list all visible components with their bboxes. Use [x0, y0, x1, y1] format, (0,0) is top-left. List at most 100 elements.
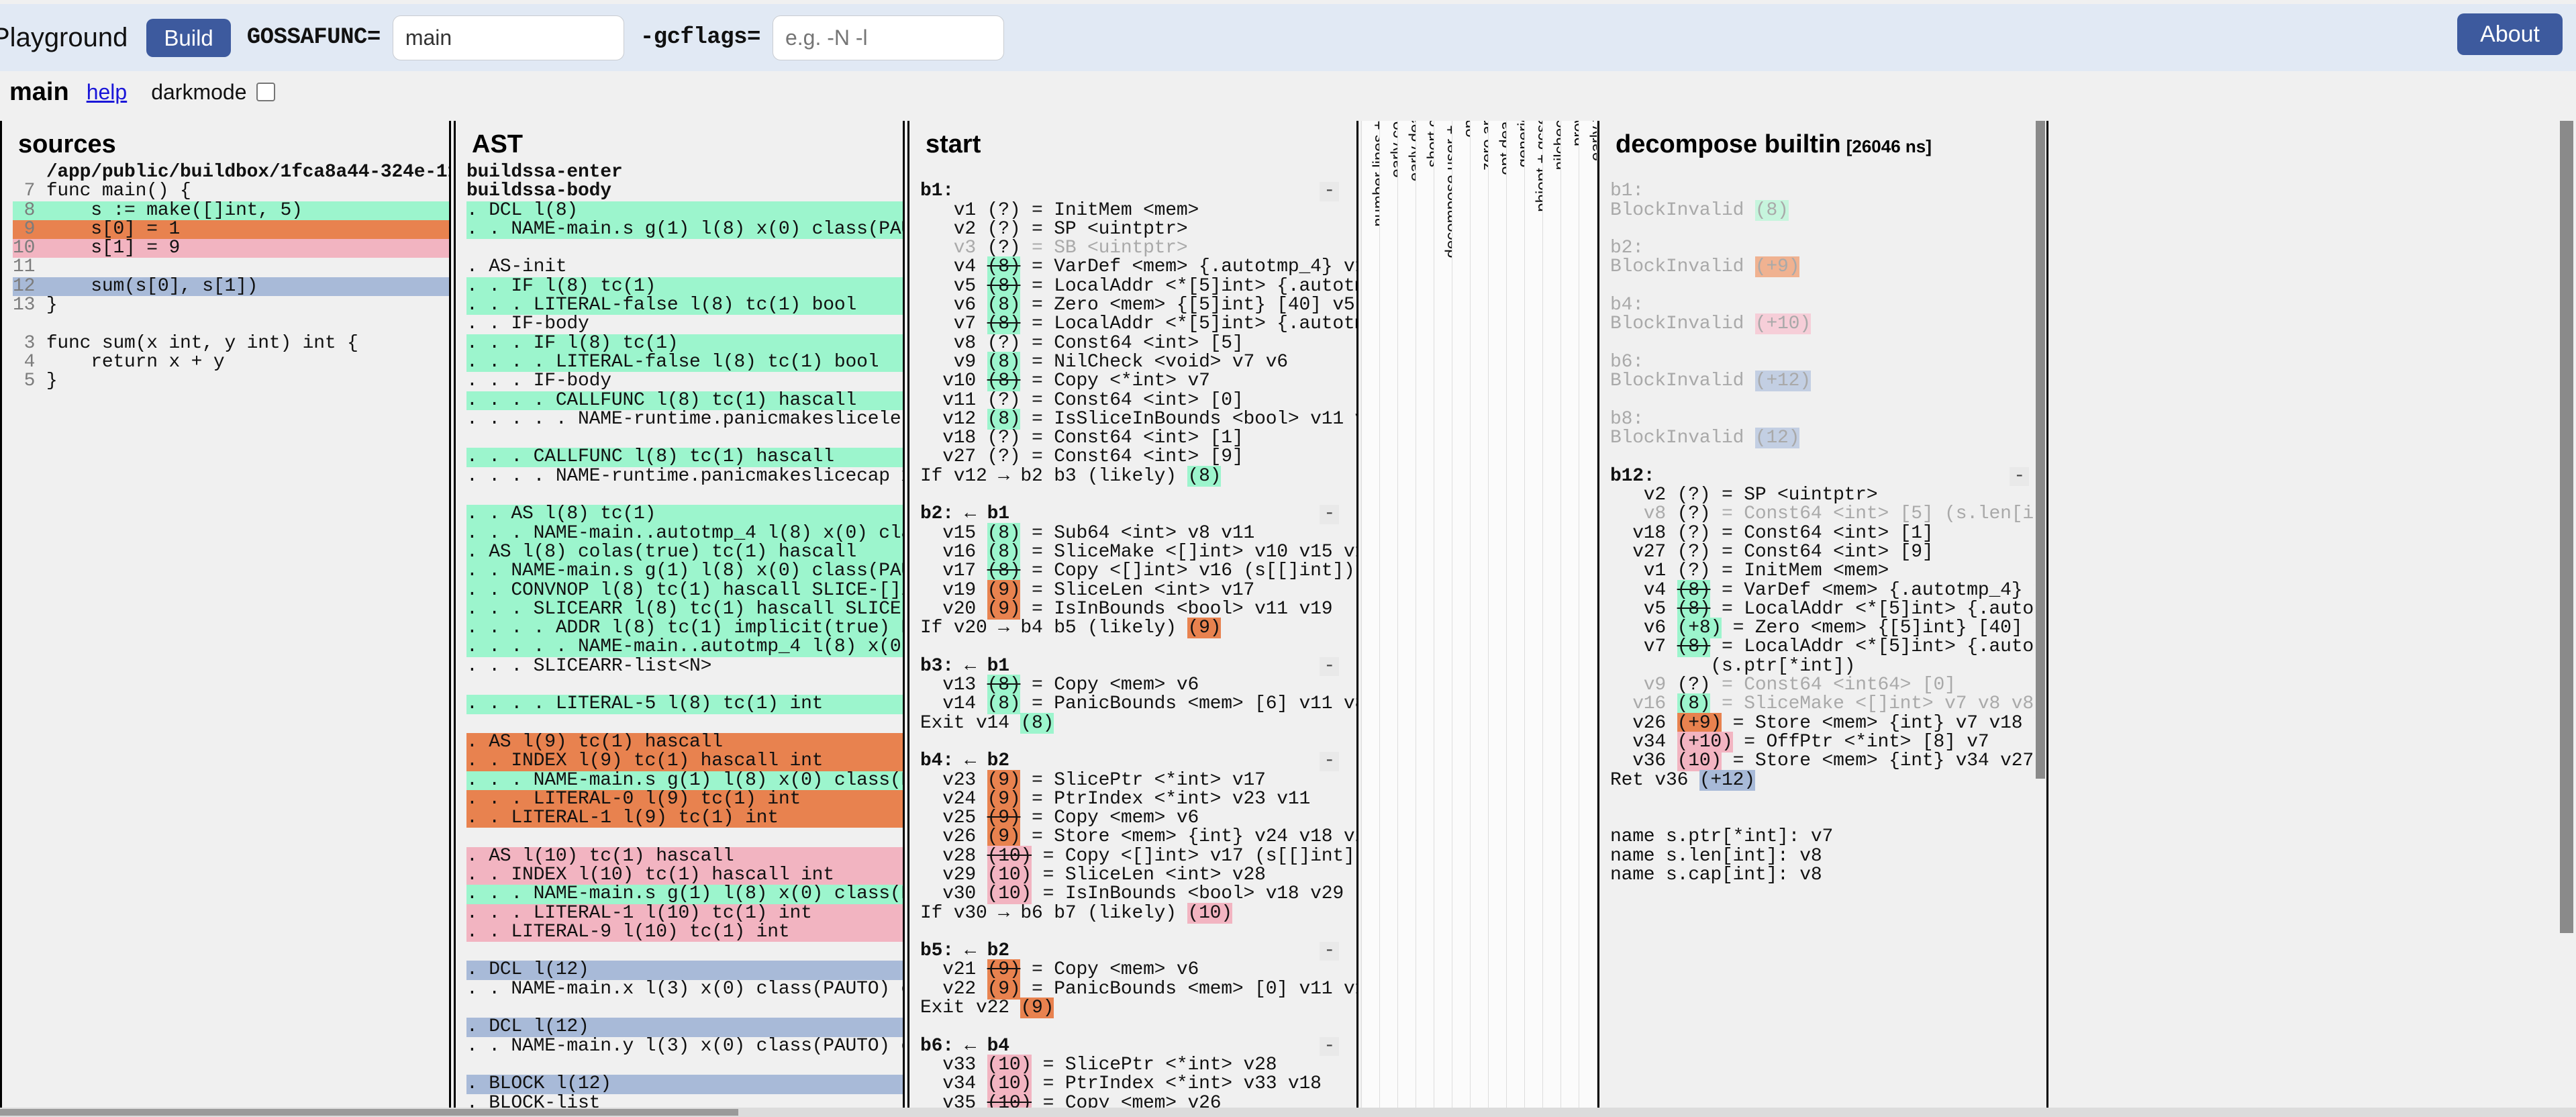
ast-line: . . INDEX l(10) tc(1) hascall int [466, 866, 903, 885]
ast-line: . . NAME-main.x l(3) x(0) class(PAUTO) e… [466, 980, 903, 999]
source-line [13, 315, 449, 334]
block-collapse-toggle[interactable]: - [1320, 1037, 1339, 1056]
ssa-line-tag: (10) [1187, 903, 1232, 924]
ast-line: . . . NAME-main.s g(1) l(8) x(0) class(P… [466, 771, 903, 790]
ast-line: . . . IF-body [466, 372, 903, 391]
block-collapse-toggle[interactable]: - [1320, 505, 1339, 524]
decompose-block-header[interactable]: b6: [1610, 353, 2046, 372]
ssa-value-line: v30 (10) = IsInBounds <bool> v18 v29 [920, 885, 1356, 904]
collapsed-pass-column[interactable]: prove [1561, 121, 1579, 1117]
ssa-value-line: v21 (9) = Copy <mem> v6 [920, 961, 1356, 979]
ssa-line-tag: (9) [1187, 618, 1221, 638]
block-collapse-toggle[interactable]: - [1320, 942, 1339, 961]
ssa-line-tag: (?) [987, 200, 1021, 221]
ast-line [466, 1056, 903, 1075]
ast-line: buildssa-body [466, 182, 903, 201]
source-line: 7 func main() { [13, 182, 449, 201]
ssa-value-line: v28 (10) = Copy <[]int> v17 (s[[]int]) [920, 847, 1356, 866]
ssa-value-line: v4 (8) = VarDef <mem> {.autotmp_4} v1 [920, 258, 1356, 277]
decompose-block-header[interactable]: b2: [1610, 239, 2046, 258]
collapsed-pass-column[interactable]: decompose user + pre-opt deadcode [1434, 121, 1452, 1117]
ssa-line-tag: (8) [987, 675, 1021, 695]
ast-line: . . . . LITERAL-false l(8) tc(1) bool [466, 353, 903, 372]
block-collapse-toggle[interactable]: - [1320, 182, 1339, 201]
start-block-header[interactable]: b1:- [920, 182, 1356, 201]
collapsed-pass-label: decompose user + pre-opt deadcode [1443, 121, 1452, 258]
ssa-line-tag: (10) [987, 865, 1032, 885]
ssa-line-tag: (9) [987, 808, 1021, 828]
ssa-value-line: v15 (8) = Sub64 <int> v8 v11 [920, 524, 1356, 543]
ssa-value-line: v6 (+8) = Zero <mem> {[5]int} [40] v5 v4 [1610, 619, 2046, 638]
ssa-line-tag: (?) [1677, 561, 1711, 581]
ast-line: . . NAME-main.s g(1) l(8) x(0) class(PAU… [466, 220, 903, 239]
ssa-line-tag: (8) [987, 409, 1021, 430]
collapsed-pass-column[interactable]: zero arg cse [1471, 121, 1489, 1117]
start-block-header[interactable]: b4: ← b2- [920, 752, 1356, 771]
ast-line [466, 239, 903, 258]
ssa-line-tag: (9) [987, 959, 1021, 980]
ast-line [466, 429, 903, 448]
start-block-header[interactable]: b3: ← b1- [920, 657, 1356, 676]
ssa-value-line: v5 (8) = LocalAddr <*[5]int> {.autotmp_4… [920, 277, 1356, 296]
collapsed-passes: number lines + early phielimearly copyel… [1361, 121, 1597, 1117]
collapsed-pass-label: short circuit [1425, 121, 1434, 167]
collapsed-pass-label: early deadcode [1407, 121, 1416, 181]
darkmode-checkbox[interactable] [256, 83, 275, 101]
decompose-title-text: decompose builtin [1616, 130, 1841, 158]
block-collapse-toggle[interactable]: - [2010, 467, 2029, 486]
collapsed-pass-column[interactable]: early fuse [1579, 121, 1597, 1117]
collapsed-pass-column[interactable]: early deadcode [1398, 121, 1416, 1117]
ssa-value-line: v11 (?) = Const64 <int> [0] [920, 391, 1356, 410]
ssa-value-line: v26 (+9) = Store <mem> {int} v7 v18 v6 [1610, 714, 2046, 733]
decompose-timing: [26046 ns] [1846, 136, 1932, 156]
about-button[interactable]: About [2457, 13, 2563, 55]
start-code: b1:- v1 (?) = InitMem <mem> v2 (?) = SP … [920, 163, 1356, 1117]
ssa-terminator-line: If v12 → b2 b3 (likely) (8) [920, 467, 1356, 486]
ssa-line-tag: (8) [987, 523, 1021, 544]
gcflags-input[interactable] [773, 15, 1004, 60]
decompose-block-header[interactable]: b12:- [1610, 467, 2046, 486]
start-block-header[interactable]: b5: ← b2- [920, 942, 1356, 961]
collapsed-pass-column[interactable]: generic cse [1507, 121, 1525, 1117]
page-scrollbar[interactable] [2557, 121, 2576, 1117]
horizontal-scrollbar[interactable] [0, 1108, 2576, 1117]
collapsed-pass-column[interactable]: phiopt + gcse deadcode [1525, 121, 1543, 1117]
ast-line: . DCL l(12) [466, 1018, 903, 1036]
decompose-block-header[interactable]: b1: [1610, 182, 2046, 201]
decompose-scrollbar[interactable] [2034, 121, 2046, 1117]
start-block-header[interactable]: b2: ← b1- [920, 505, 1356, 524]
decompose-block-body: BlockInvalid (+10) [1610, 315, 2046, 334]
collapsed-pass-column[interactable]: opt deadcode [1489, 121, 1507, 1117]
gossafunc-label: GOSSAFUNC= [247, 25, 381, 50]
ast-line: . AS l(8) colas(true) tc(1) hascall [466, 543, 903, 562]
gossafunc-input[interactable] [393, 15, 624, 60]
collapsed-pass-column[interactable]: number lines + early phielim [1361, 121, 1380, 1117]
ssa-line-tag: (?) [987, 219, 1021, 240]
decompose-block-header[interactable]: b8: [1610, 410, 2046, 429]
ast-line [466, 714, 903, 733]
ssa-line-tag: (?) [987, 390, 1021, 411]
ssa-value-line: v1 (?) = InitMem <mem> [1610, 562, 2046, 581]
block-collapse-toggle[interactable]: - [1320, 752, 1339, 771]
source-path: /app/public/buildbox/1fca8a44-324e-11ec-… [13, 163, 449, 182]
collapsed-pass-column[interactable]: early copyelim [1380, 121, 1398, 1117]
ssa-value-line: v36 (10) = Store <mem> {int} v34 v27 v26 [1610, 752, 2046, 771]
source-line: 9 s[0] = 1 [13, 220, 449, 239]
start-block-header[interactable]: b6: ← b4- [920, 1037, 1356, 1056]
collapsed-pass-column[interactable]: opt [1452, 121, 1471, 1117]
help-link[interactable]: help [87, 80, 128, 105]
ssa-value-line: v26 (9) = Store <mem> {int} v24 v18 v25 [920, 828, 1356, 846]
block-collapse-toggle[interactable]: - [1320, 657, 1339, 676]
collapsed-pass-label: early fuse [1588, 121, 1597, 161]
ssa-line-tag: (?) [987, 333, 1021, 354]
ast-line: . . . . . NAME-runtime.panicmakeslicelen… [466, 410, 903, 429]
ssa-line-tag: (9) [987, 979, 1021, 1000]
source-line: 13 } [13, 296, 449, 315]
build-button[interactable]: Build [146, 19, 230, 57]
collapsed-pass-column[interactable]: nilcheckelim [1543, 121, 1561, 1117]
column-start: start b1:- v1 (?) = InitMem <mem> v2 (?)… [907, 121, 1358, 1117]
ssa-value-line: v19 (9) = SliceLen <int> v17 [920, 581, 1356, 600]
ast-line: . . . . NAME-runtime.panicmakeslicecap x… [466, 467, 903, 486]
decompose-block-header[interactable]: b4: [1610, 296, 2046, 315]
collapsed-pass-column[interactable]: short circuit [1416, 121, 1434, 1117]
